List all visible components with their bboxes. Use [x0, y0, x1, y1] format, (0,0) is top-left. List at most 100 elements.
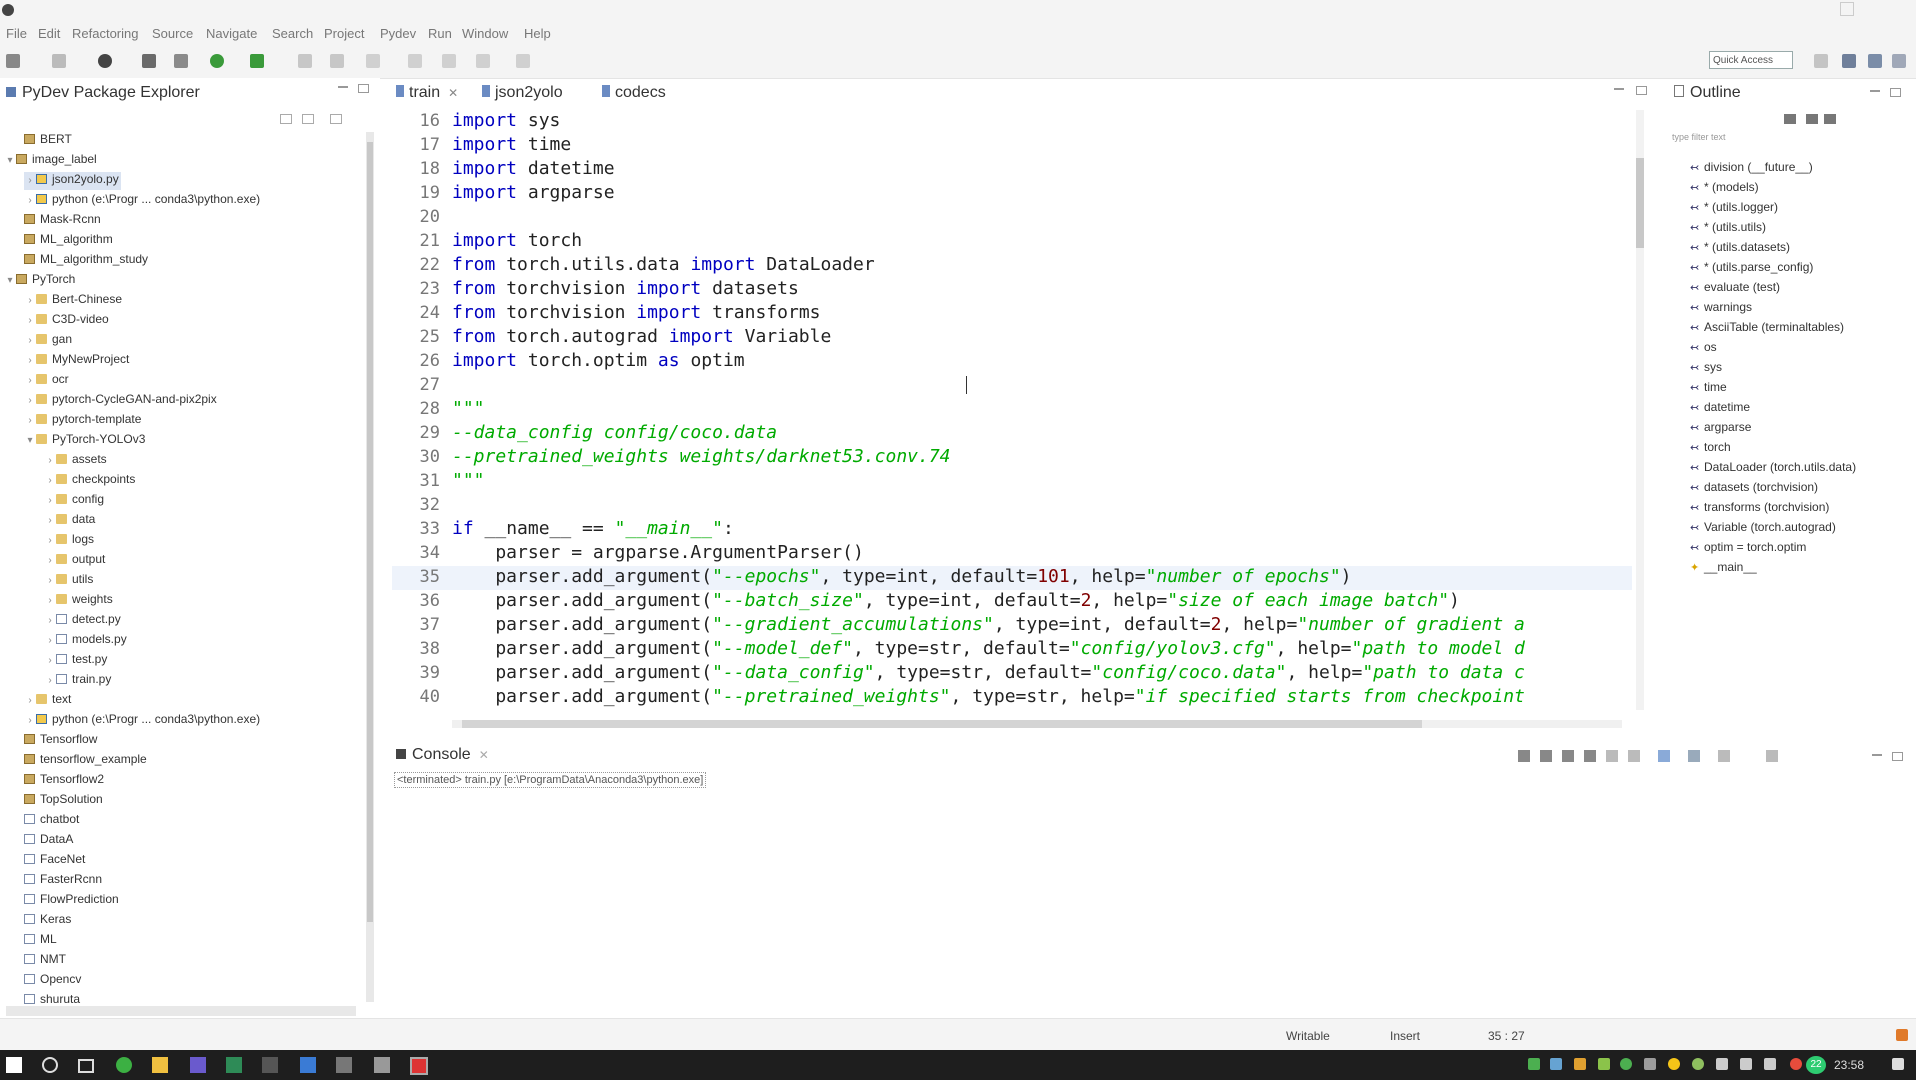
search-icon[interactable]	[298, 54, 312, 68]
last-edit-icon[interactable]	[516, 54, 530, 68]
clear-console-icon[interactable]	[1562, 750, 1574, 762]
tree-item-detect-py[interactable]: › detect.py	[44, 612, 120, 630]
minimize-console-icon[interactable]	[1872, 754, 1882, 756]
outline-item[interactable]: ↢ division (__future__)	[1690, 160, 1813, 174]
collapse-icon[interactable]	[1824, 114, 1836, 124]
link-editor-icon[interactable]	[302, 114, 314, 124]
word-wrap-icon[interactable]	[1606, 750, 1618, 762]
outline-item[interactable]: ↢ Variable (torch.autograd)	[1690, 520, 1836, 534]
tree-item-pytorch-yolov3[interactable]: ▾ PyTorch-YOLOv3	[24, 432, 145, 450]
menu-file[interactable]: File	[6, 26, 27, 41]
show-console-icon[interactable]	[1628, 750, 1640, 762]
tree-item-tensorflow-example[interactable]: tensorflow_example	[12, 752, 147, 770]
forward-icon[interactable]	[442, 54, 456, 68]
outline-item[interactable]: ↢ * (models)	[1690, 180, 1759, 194]
tree-item-mynewproject[interactable]: › MyNewProject	[24, 352, 129, 370]
history-icon[interactable]	[476, 54, 490, 68]
volume-icon[interactable]	[1740, 1058, 1752, 1070]
tree-item-c3d-video[interactable]: › C3D-video	[24, 312, 108, 330]
outline-item[interactable]: ↢ transforms (torchvision)	[1690, 500, 1829, 514]
outline-item[interactable]: ↢ * (utils.parse_config)	[1690, 260, 1813, 274]
code-line[interactable]: 30 --pretrained_weights weights/darknet53…	[392, 446, 951, 470]
tree-item-models-py[interactable]: › models.py	[44, 632, 126, 650]
view-menu-icon[interactable]	[1766, 750, 1778, 762]
tree-item-mask-rcnn[interactable]: Mask-Rcnn	[12, 212, 101, 230]
sort-icon[interactable]	[1784, 114, 1796, 124]
menu-edit[interactable]: Edit	[38, 26, 60, 41]
maximize-console-icon[interactable]	[1892, 752, 1903, 761]
menu-source[interactable]: Source	[152, 26, 193, 41]
ime-icon[interactable]	[1764, 1058, 1776, 1070]
tree-item-cyclegan[interactable]: › pytorch-CycleGAN-and-pix2pix	[24, 392, 216, 410]
pin-console-icon[interactable]	[1658, 750, 1670, 762]
minimize-view-icon[interactable]	[338, 86, 348, 88]
menu-pydev[interactable]: Pydev	[380, 26, 416, 41]
code-editor[interactable]: 16 import sys 17 import time 18 import date…	[392, 108, 1658, 728]
tree-item-ml-algorithm-study[interactable]: ML_algorithm_study	[12, 252, 148, 270]
tree-item-topsolution[interactable]: TopSolution	[12, 792, 103, 810]
editor-hscrollbar[interactable]	[452, 720, 1622, 728]
code-line[interactable]: 21 import torch	[392, 230, 583, 254]
tree-item-facenet[interactable]: FaceNet	[12, 852, 85, 870]
explorer-scrollbar[interactable]	[366, 132, 374, 1002]
code-line[interactable]: 25 from torch.autograd import Variable	[392, 326, 832, 350]
explorer-scroll-thumb[interactable]	[367, 142, 373, 922]
menu-window[interactable]: Window	[462, 26, 508, 41]
explorer-hscrollbar[interactable]	[6, 1006, 356, 1016]
network-icon[interactable]	[1716, 1058, 1728, 1070]
code-line[interactable]: 17 import time	[392, 134, 572, 158]
menu-project[interactable]: Project	[324, 26, 364, 41]
save-icon[interactable]	[52, 54, 66, 68]
code-line[interactable]: 23 from torchvision import datasets	[392, 278, 799, 302]
terminate-icon[interactable]	[1518, 750, 1530, 762]
tray-icon[interactable]	[1668, 1058, 1680, 1070]
code-line[interactable]: 34 parser = argparse.ArgumentParser()	[392, 542, 864, 566]
code-line[interactable]: 36 parser.add_argument("--batch_size", t…	[392, 590, 1460, 614]
close-icon[interactable]: ✕	[479, 748, 489, 762]
tray-icon[interactable]	[1644, 1058, 1656, 1070]
code-line[interactable]: 40 parser.add_argument("--pretrained_wei…	[392, 686, 1632, 710]
action-center-icon[interactable]	[1892, 1058, 1904, 1070]
code-line[interactable]: 19 import argparse	[392, 182, 615, 206]
store-icon[interactable]	[336, 1057, 352, 1073]
close-icon[interactable]: ✕	[448, 86, 458, 100]
tree-item-assets[interactable]: › assets	[44, 452, 106, 470]
tree-item-fasterrcnn[interactable]: FasterRcnn	[12, 872, 102, 890]
maximize-editor-icon[interactable]	[1636, 86, 1647, 95]
run-icon[interactable]	[210, 54, 224, 68]
code-line[interactable]: 39 parser.add_argument("--data_config", …	[392, 662, 1632, 686]
tree-item-gan[interactable]: › gan	[24, 332, 72, 350]
outline-item[interactable]: ↢ torch	[1690, 440, 1731, 454]
maximize-outline-icon[interactable]	[1890, 88, 1901, 97]
pydev-perspective-icon[interactable]	[1842, 54, 1856, 68]
tray-icon[interactable]	[1790, 1058, 1802, 1070]
tree-item-python-interpreter[interactable]: › python (e:\Progr ... conda3\python.exe)	[24, 192, 260, 210]
tray-icon[interactable]	[1550, 1058, 1562, 1070]
tray-icon[interactable]	[1620, 1058, 1632, 1070]
code-line[interactable]: 33 if __name__ == "__main__":	[392, 518, 734, 542]
tray-icon[interactable]	[1692, 1058, 1704, 1070]
tree-item-nmt[interactable]: NMT	[12, 952, 66, 970]
code-line-current[interactable]: 35 parser.add_argument("--epochs", type=…	[392, 566, 1632, 590]
open-perspective-icon[interactable]	[1814, 54, 1828, 68]
menu-refactoring[interactable]: Refactoring	[72, 26, 138, 41]
app-icon[interactable]	[190, 1057, 206, 1073]
settings-icon[interactable]	[374, 1057, 390, 1073]
quick-access-input[interactable]: Quick Access	[1709, 51, 1793, 69]
notification-icon[interactable]	[1896, 1029, 1908, 1041]
code-line[interactable]: 16 import sys	[392, 110, 561, 134]
debug-perspective-icon[interactable]	[1868, 54, 1882, 68]
tree-item-utils[interactable]: › utils	[44, 572, 93, 590]
outline-item[interactable]: ↢ datetime	[1690, 400, 1750, 414]
outline-item[interactable]: ↢ warnings	[1690, 300, 1752, 314]
outline-item[interactable]: ↢ sys	[1690, 360, 1722, 374]
minimize-outline-icon[interactable]	[1870, 90, 1880, 92]
build-icon[interactable]	[142, 54, 156, 68]
menu-navigate[interactable]: Navigate	[206, 26, 257, 41]
outline-item[interactable]: ↢ os	[1690, 340, 1717, 354]
tab-codecs[interactable]: codecs	[602, 84, 666, 102]
tree-item-ml[interactable]: ML	[12, 932, 57, 950]
code-line[interactable]: 38 parser.add_argument("--model_def", ty…	[392, 638, 1632, 662]
windows-start-icon[interactable]	[6, 1057, 22, 1073]
tab-json2yolo[interactable]: json2yolo	[482, 84, 563, 102]
